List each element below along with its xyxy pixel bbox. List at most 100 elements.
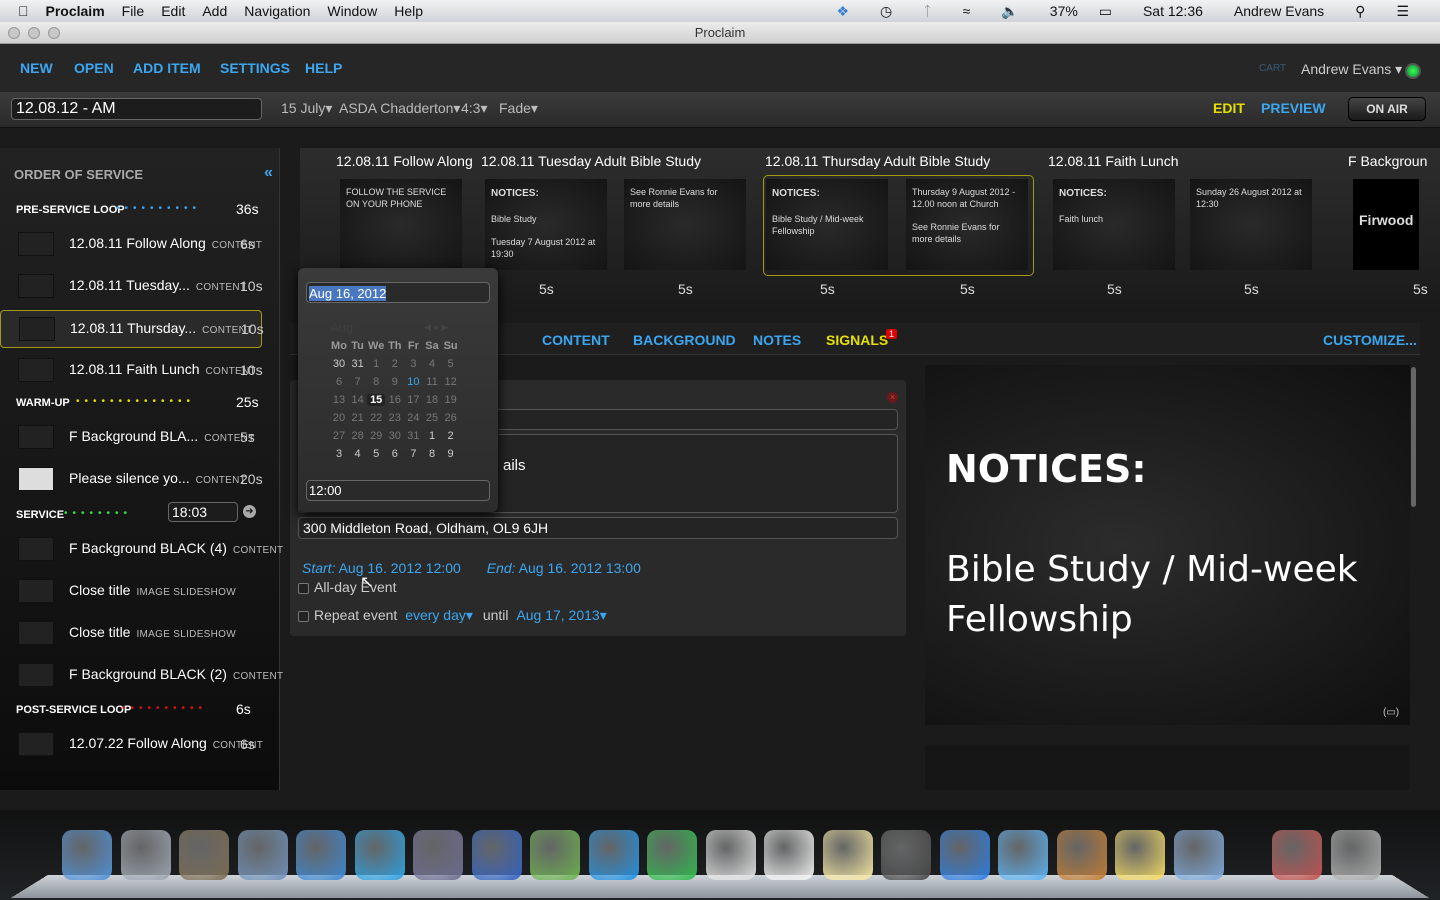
calendar-day[interactable]: 6 <box>330 376 348 388</box>
close-window-button[interactable] <box>8 27 20 39</box>
time-machine-icon[interactable]: ◷ <box>880 3 892 20</box>
calendar-day[interactable]: 30 <box>330 358 348 370</box>
date-dropdown[interactable]: 15 July▾ <box>281 100 332 117</box>
calendar-day[interactable]: 25 <box>423 412 441 424</box>
tab-notes[interactable]: NOTES <box>753 332 801 348</box>
service-item[interactable]: 12.08.11 Follow Along CONTENT 6s <box>0 226 262 264</box>
calendar-day[interactable]: 14 <box>349 394 367 406</box>
service-item[interactable]: F Background BLACK (4) CONTENT <box>0 531 283 569</box>
menu-add[interactable]: Add <box>202 3 227 19</box>
service-item[interactable]: 12.08.11 Faith Lunch CONTENT 10s <box>0 352 263 390</box>
slide-thumbnail[interactable]: NOTICES: Bible Study / Mid-week Fellowshi… <box>766 179 888 270</box>
sync-status-icon[interactable] <box>1405 63 1421 79</box>
dock-app-icon[interactable] <box>881 830 931 880</box>
calendar-day[interactable]: 5 <box>442 358 460 370</box>
repeat-frequency-dropdown[interactable]: every day▾ <box>405 607 473 623</box>
volume-icon[interactable]: 🔈 <box>1001 3 1018 20</box>
calendar-day[interactable]: 21 <box>349 412 367 424</box>
calendar-day[interactable]: 29 <box>367 430 385 442</box>
service-item[interactable]: 12.07.22 Follow Along CONTENT 6s <box>0 726 263 764</box>
settings-button[interactable]: SETTINGS <box>220 60 290 76</box>
service-item[interactable]: Please silence yo... CONTENT 20s <box>0 461 263 499</box>
preview-scrollbar[interactable] <box>1411 367 1416 507</box>
service-item[interactable]: F Background BLACK (2) CONTENT <box>0 657 283 695</box>
minimize-window-button[interactable] <box>28 27 40 39</box>
aspect-dropdown[interactable]: 4:3▾ <box>461 100 488 117</box>
calendar-day[interactable]: 16 <box>386 394 404 406</box>
battery-status[interactable]: 37% ▭ <box>1050 3 1112 20</box>
menu-window[interactable]: Window <box>327 3 377 19</box>
service-item[interactable]: 12.08.11 Thursday... CONTENT 10s <box>0 310 264 348</box>
dock-app-icon[interactable] <box>998 830 1048 880</box>
repeat-checkbox[interactable] <box>298 610 309 622</box>
slide-thumbnail[interactable]: FOLLOW THE SERVICE ON YOUR PHONE <box>340 179 462 270</box>
collapse-panel-icon[interactable]: « <box>264 164 273 182</box>
menu-edit[interactable]: Edit <box>161 3 185 19</box>
slide-thumbnail[interactable]: Sunday 26 August 2012 at 12:30 <box>1190 179 1312 270</box>
service-item[interactable]: Close title IMAGE SLIDESHOW <box>0 573 262 611</box>
dock-app-icon[interactable] <box>705 830 756 880</box>
calendar-day[interactable]: 11 <box>423 376 441 388</box>
bluetooth-icon[interactable]: ᛏ <box>923 3 931 19</box>
tab-signals[interactable]: SIGNALS <box>826 332 888 348</box>
calendar-day[interactable]: 9 <box>442 448 460 460</box>
calendar-day[interactable]: 13 <box>330 394 348 406</box>
slide-thumbnail[interactable]: Thursday 9 August 2012 - 12.00 noon at C… <box>906 179 1028 270</box>
menu-file[interactable]: File <box>122 3 145 19</box>
date-input[interactable]: Aug 16, 2012 <box>306 282 490 303</box>
slide-group-title[interactable]: 12.08.11 Tuesday Adult Bible Study <box>481 153 701 169</box>
calendar-day[interactable]: 7 <box>404 448 422 460</box>
calendar-day[interactable]: 27 <box>330 430 348 442</box>
calendar-day[interactable]: 6 <box>386 448 404 460</box>
menu-app[interactable]: Proclaim <box>46 3 105 19</box>
calendar-day[interactable]: 30 <box>386 430 404 442</box>
calendar-day[interactable]: 24 <box>404 412 422 424</box>
preview-mode-tab[interactable]: PREVIEW <box>1261 100 1326 116</box>
on-air-button[interactable]: ON AIR <box>1348 97 1426 121</box>
calendar-day[interactable]: 9 <box>386 376 404 388</box>
tab-background[interactable]: BACKGROUND <box>633 332 736 348</box>
dock-app-icon[interactable] <box>822 830 873 880</box>
all-day-checkbox[interactable] <box>298 582 309 594</box>
edit-mode-tab[interactable]: EDIT <box>1213 100 1245 116</box>
slide-thumbnail[interactable]: NOTICES: Faith lunch <box>1053 179 1175 270</box>
calendar-day[interactable]: 22 <box>367 412 385 424</box>
calendar-day[interactable]: 2 <box>386 358 404 370</box>
go-arrow-icon[interactable]: ➜ <box>243 505 256 518</box>
slide-thumbnail[interactable]: See Ronnie Evans for more details <box>624 179 746 270</box>
until-date-dropdown[interactable]: Aug 17, 2013▾ <box>516 607 606 623</box>
calendar-day[interactable]: 28 <box>349 430 367 442</box>
calendar-day[interactable]: 12 <box>442 376 460 388</box>
service-start-time-input[interactable]: 18:03 <box>168 502 238 522</box>
dock-app-icon[interactable] <box>588 830 639 880</box>
dock-app-icon[interactable] <box>120 830 171 880</box>
cart-link[interactable]: CART <box>1259 63 1286 74</box>
calendar-day[interactable]: 15 <box>367 394 386 406</box>
dock-app-icon[interactable] <box>179 830 229 880</box>
calendar-day[interactable]: 18 <box>423 394 441 406</box>
dock-app-icon[interactable] <box>354 830 405 880</box>
new-button[interactable]: NEW <box>20 60 53 76</box>
user-menu[interactable]: Andrew Evans <box>1234 3 1324 19</box>
calendar-day[interactable]: 31 <box>404 430 422 442</box>
help-button[interactable]: HELP <box>305 60 342 76</box>
tab-content[interactable]: CONTENT <box>542 332 610 348</box>
calendar-day[interactable]: 8 <box>423 448 441 460</box>
dock-app-icon[interactable] <box>296 830 346 880</box>
event-address-input[interactable]: 300 Middleton Road, Oldham, OL9 6JH <box>298 517 898 539</box>
location-dropdown[interactable]: ASDA Chadderton▾ <box>339 100 460 117</box>
clock[interactable]: Sat 12:36 <box>1143 3 1203 19</box>
calendar-day[interactable]: 3 <box>404 358 422 370</box>
dock-app-icon[interactable] <box>939 830 990 880</box>
calendar-day[interactable]: 1 <box>423 430 441 442</box>
presentation-title-input[interactable]: 12.08.12 - AM <box>11 98 262 120</box>
slide-group-title[interactable]: F Backgroun <box>1348 153 1427 169</box>
end-datetime[interactable]: Aug 16. 2012 13:00 <box>519 560 641 576</box>
add-item-button[interactable]: ADD ITEM <box>133 60 201 76</box>
calendar-day[interactable]: 3 <box>330 448 348 460</box>
calendar-day[interactable]: 1 <box>367 358 385 370</box>
dock-app-icon[interactable] <box>237 830 288 880</box>
calendar-day[interactable]: 23 <box>386 412 404 424</box>
calendar-day[interactable]: 5 <box>367 448 385 460</box>
calendar-day[interactable]: 31 <box>349 358 367 370</box>
